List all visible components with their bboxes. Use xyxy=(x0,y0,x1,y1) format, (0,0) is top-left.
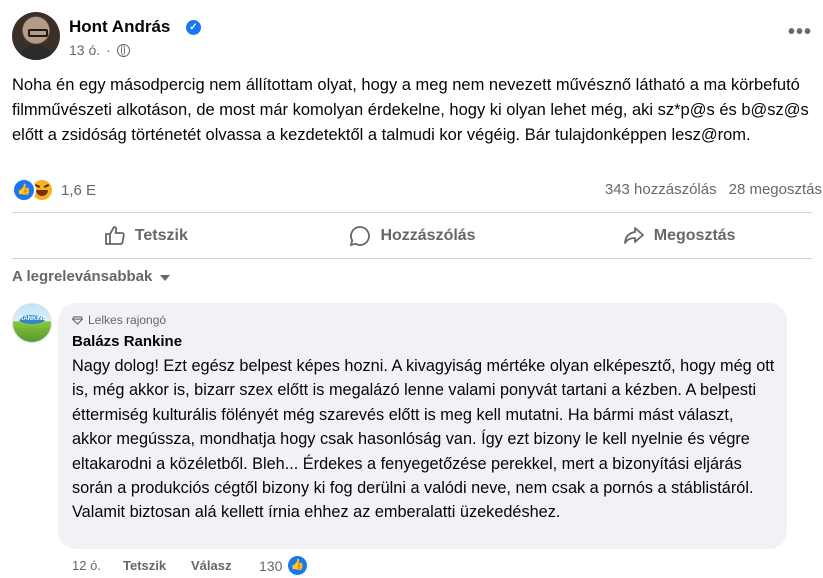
post-time[interactable]: 13 ó. xyxy=(69,42,100,58)
comment-like-count: 130 xyxy=(259,558,283,574)
commenter-avatar[interactable]: RANKINE xyxy=(12,303,52,343)
sort-label: A legrelevánsabbak xyxy=(12,268,153,285)
comment-time[interactable]: 12 ó. xyxy=(72,558,101,573)
commenter-name[interactable]: Balázs Rankine xyxy=(72,333,182,350)
caret-down-icon xyxy=(160,274,171,281)
post-text: Noha én egy másodpercig nem állítottam o… xyxy=(12,76,809,144)
divider xyxy=(12,258,812,259)
post-meta: 13 ó. · xyxy=(69,42,130,58)
badge-label: Lelkes rajongó xyxy=(88,313,167,327)
divider xyxy=(12,212,812,213)
comment-label: Hozzászólás xyxy=(380,227,476,244)
post-header: Hont András ✓ 13 ó. · ••• xyxy=(12,12,812,62)
share-button[interactable]: Megosztás xyxy=(545,214,812,258)
comment-bubble-icon xyxy=(350,226,371,247)
more-options-icon[interactable]: ••• xyxy=(788,22,812,42)
separator-dot: · xyxy=(106,42,111,58)
share-arrow-icon xyxy=(623,227,644,244)
thumbs-up-icon xyxy=(104,226,125,245)
post-stats: 👍 1,6 E 343 hozzászólás 28 megosztás xyxy=(12,176,822,204)
author-avatar[interactable] xyxy=(12,12,60,60)
action-bar: Tetszik Hozzászólás Megosztás xyxy=(12,214,812,258)
reaction-count: 1,6 E xyxy=(61,181,97,199)
comments-count[interactable]: 343 hozzászólás xyxy=(605,181,717,198)
comment-reply-button[interactable]: Válasz xyxy=(191,558,231,573)
globe-icon xyxy=(116,43,130,57)
comment-like-button[interactable]: Tetszik xyxy=(123,558,166,573)
like-label: Tetszik xyxy=(134,227,188,244)
diamond-icon xyxy=(72,315,83,325)
share-label: Megosztás xyxy=(653,227,736,244)
comment-button[interactable]: Hozzászólás xyxy=(279,214,546,258)
like-reaction-icon: 👍 xyxy=(288,556,307,575)
comment-sort-dropdown[interactable]: A legrelevánsabbak xyxy=(12,268,171,285)
reactions-summary[interactable]: 👍 1,6 E xyxy=(12,178,96,202)
fan-badge: Lelkes rajongó xyxy=(72,313,166,327)
avatar-logo: RANKINE xyxy=(19,315,47,324)
like-reaction-icon: 👍 xyxy=(12,178,36,202)
comment-text: Nagy dolog! Ezt egész belpest képes hozn… xyxy=(72,357,775,522)
comment-footer: 12 ó. Tetszik Válasz 130 👍 xyxy=(72,556,372,576)
verified-badge-icon: ✓ xyxy=(186,20,201,35)
comment-bubble: Lelkes rajongó Balázs Rankine Nagy dolog… xyxy=(58,303,787,549)
shares-count[interactable]: 28 megosztás xyxy=(729,181,822,198)
author-name[interactable]: Hont András xyxy=(69,17,170,37)
like-button[interactable]: Tetszik xyxy=(12,214,279,258)
